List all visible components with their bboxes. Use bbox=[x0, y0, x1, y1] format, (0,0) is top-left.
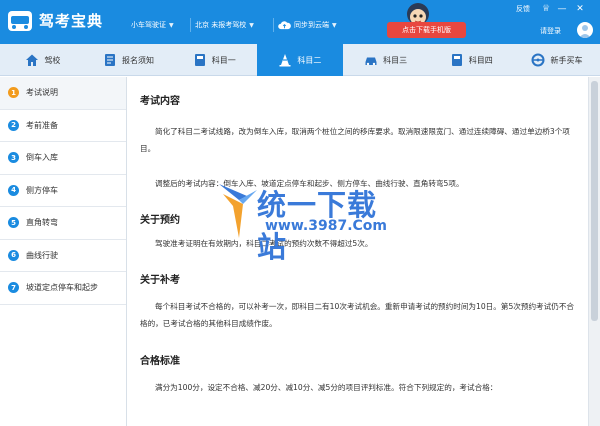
sidebar-item-label: 直角转弯 bbox=[26, 218, 58, 228]
paragraph: 每个科目考试不合格的，可以补考一次，即科目二有10次考试机会。重新申请考试的预约… bbox=[140, 302, 575, 328]
sidebar-item-hill-start[interactable]: 7 坡道定点停车和起步 bbox=[0, 272, 126, 305]
tab-subject-one[interactable]: 科目一 bbox=[171, 44, 257, 76]
chevron-down-icon: ▼ bbox=[332, 21, 337, 29]
sidebar: 1 考试说明 2 考前准备 3 倒车入库 4 侧方停车 5 直角转弯 6 曲线行… bbox=[0, 77, 127, 426]
minimize-icon[interactable]: — bbox=[556, 3, 568, 15]
item-number: 5 bbox=[8, 217, 19, 229]
tab-label: 驾校 bbox=[44, 55, 61, 65]
tab-label: 科目四 bbox=[468, 55, 493, 65]
title-bar: 驾考宝典 小车驾驶证 ▼ 北京 未报考驾校 ▼ 同步到云端 ▼ 点击下载手机版 … bbox=[0, 0, 600, 44]
watermark: 统一下载站 www.3987.Com bbox=[217, 180, 397, 264]
book-icon bbox=[194, 54, 205, 66]
chevron-down-icon: ▼ bbox=[249, 21, 254, 29]
shirt-skin-icon[interactable]: ♕ bbox=[540, 3, 552, 15]
login-link[interactable]: 请登录 bbox=[540, 26, 561, 36]
steering-wheel-icon bbox=[531, 53, 545, 67]
download-mobile-button[interactable]: 点击下载手机版 bbox=[387, 22, 466, 38]
tab-label: 科目三 bbox=[383, 55, 408, 65]
chevron-down-icon: ▼ bbox=[169, 21, 174, 29]
watermark-url: www.3987.Com bbox=[265, 218, 387, 234]
main-nav: 驾校 报名须知 科目一 科目二 科目三 科目四 新手买车 bbox=[0, 44, 600, 76]
item-number: 6 bbox=[8, 249, 19, 261]
item-number: 1 bbox=[8, 87, 19, 99]
paragraph: 简化了科目二考试线路，改为倒车入库，取消两个桩位之间的移库要求。取消限速限宽门、… bbox=[140, 127, 570, 153]
tab-subject-two[interactable]: 科目二 bbox=[257, 44, 343, 76]
sidebar-item-preparation[interactable]: 2 考前准备 bbox=[0, 110, 126, 142]
tab-label: 科目一 bbox=[211, 55, 236, 65]
divider bbox=[273, 18, 274, 32]
scroll-thumb[interactable] bbox=[591, 81, 598, 321]
avatar[interactable] bbox=[577, 22, 593, 38]
sidebar-item-exam-info[interactable]: 1 考试说明 bbox=[0, 77, 126, 110]
user-icon bbox=[579, 25, 591, 38]
car-type-label: 小车驾驶证 bbox=[131, 21, 166, 29]
scrollbar[interactable] bbox=[588, 77, 600, 426]
sidebar-item-label: 考前准备 bbox=[26, 120, 58, 130]
tab-registration[interactable]: 报名须知 bbox=[86, 44, 172, 76]
tab-label: 报名须知 bbox=[122, 55, 155, 65]
home-icon bbox=[26, 54, 39, 66]
tab-buy-car[interactable]: 新手买车 bbox=[514, 44, 600, 76]
book-icon bbox=[451, 54, 462, 66]
cloud-icon bbox=[278, 20, 291, 29]
road-cone-icon bbox=[279, 54, 291, 67]
sidebar-item-curve-driving[interactable]: 6 曲线行驶 bbox=[0, 240, 126, 272]
app-logo-icon bbox=[8, 11, 32, 31]
sidebar-item-reverse-parking[interactable]: 3 倒车入库 bbox=[0, 142, 126, 175]
location-label: 北京 未报考驾校 bbox=[195, 21, 247, 29]
sidebar-item-parallel-parking[interactable]: 4 侧方停车 bbox=[0, 175, 126, 207]
location-select[interactable]: 北京 未报考驾校 ▼ bbox=[195, 17, 254, 33]
tab-subject-four[interactable]: 科目四 bbox=[428, 44, 514, 76]
section-title: 关于补考 bbox=[140, 275, 180, 286]
divider bbox=[190, 18, 191, 32]
item-number: 4 bbox=[8, 184, 19, 196]
tab-subject-three[interactable]: 科目三 bbox=[343, 44, 429, 76]
sidebar-item-label: 曲线行驶 bbox=[26, 250, 58, 260]
tab-label: 科目二 bbox=[297, 55, 322, 65]
car-type-select[interactable]: 小车驾驶证 ▼ bbox=[131, 17, 174, 33]
close-icon[interactable]: ✕ bbox=[574, 3, 586, 15]
watermark-logo-icon bbox=[219, 184, 257, 238]
sidebar-item-right-angle-turn[interactable]: 5 直角转弯 bbox=[0, 207, 126, 240]
sidebar-item-label: 考试说明 bbox=[26, 88, 58, 98]
item-number: 7 bbox=[8, 282, 19, 294]
paragraph: 满分为100分，设定不合格、减20分、减10分、减5分的项目评判标准。符合下列规… bbox=[155, 383, 498, 392]
sidebar-item-label: 倒车入库 bbox=[26, 153, 58, 163]
document-icon bbox=[105, 54, 116, 66]
feedback-link[interactable]: 反馈 bbox=[516, 4, 530, 14]
sidebar-item-label: 侧方停车 bbox=[26, 185, 58, 195]
section-title: 合格标准 bbox=[140, 356, 180, 367]
sidebar-item-label: 坡道定点停车和起步 bbox=[26, 283, 98, 293]
app-title: 驾考宝典 bbox=[39, 12, 104, 30]
car-icon bbox=[365, 57, 377, 66]
tab-label: 新手买车 bbox=[550, 55, 583, 65]
section-title: 考试内容 bbox=[140, 96, 180, 107]
sync-cloud-button[interactable]: 同步到云端 ▼ bbox=[278, 17, 337, 33]
item-number: 3 bbox=[8, 152, 19, 164]
sync-label: 同步到云端 bbox=[294, 21, 329, 29]
tab-driving-school[interactable]: 驾校 bbox=[0, 44, 86, 76]
item-number: 2 bbox=[8, 119, 19, 131]
